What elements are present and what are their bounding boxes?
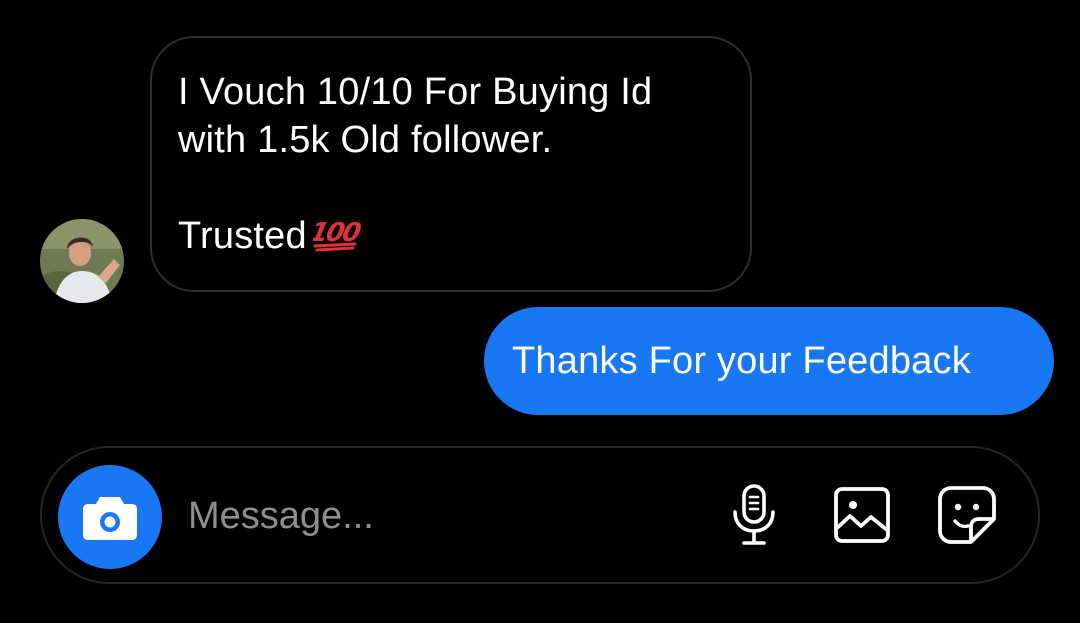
- incoming-message-last-line: Trusted 100: [178, 212, 726, 264]
- outgoing-message-text: Thanks For your Feedback: [512, 340, 971, 382]
- camera-icon: [83, 497, 137, 540]
- incoming-message-bubble[interactable]: I Vouch 10/10 For Buying Id with 1.5k Ol…: [150, 36, 752, 292]
- incoming-message-line: with 1.5k Old follower.: [178, 119, 553, 161]
- message-input[interactable]: [188, 482, 708, 550]
- avatar-photo-icon: [40, 219, 124, 303]
- gallery-button[interactable]: [828, 481, 896, 549]
- message-composer: [40, 446, 1040, 584]
- incoming-message-line: I Vouch 10/10 For Buying Id: [178, 71, 653, 113]
- sticker-button[interactable]: [933, 481, 1001, 549]
- sticker-icon: [938, 486, 996, 544]
- incoming-message-blank-line: [178, 164, 726, 212]
- sender-avatar[interactable]: [40, 219, 124, 303]
- incoming-message-line: Trusted: [178, 215, 307, 257]
- camera-button[interactable]: [58, 465, 162, 569]
- outgoing-message-bubble[interactable]: Thanks For your Feedback: [484, 307, 1054, 415]
- voice-message-button[interactable]: [720, 481, 788, 549]
- image-gallery-icon: [834, 487, 890, 543]
- hundred-points-emoji: 100: [307, 216, 363, 264]
- microphone-icon: [733, 484, 775, 545]
